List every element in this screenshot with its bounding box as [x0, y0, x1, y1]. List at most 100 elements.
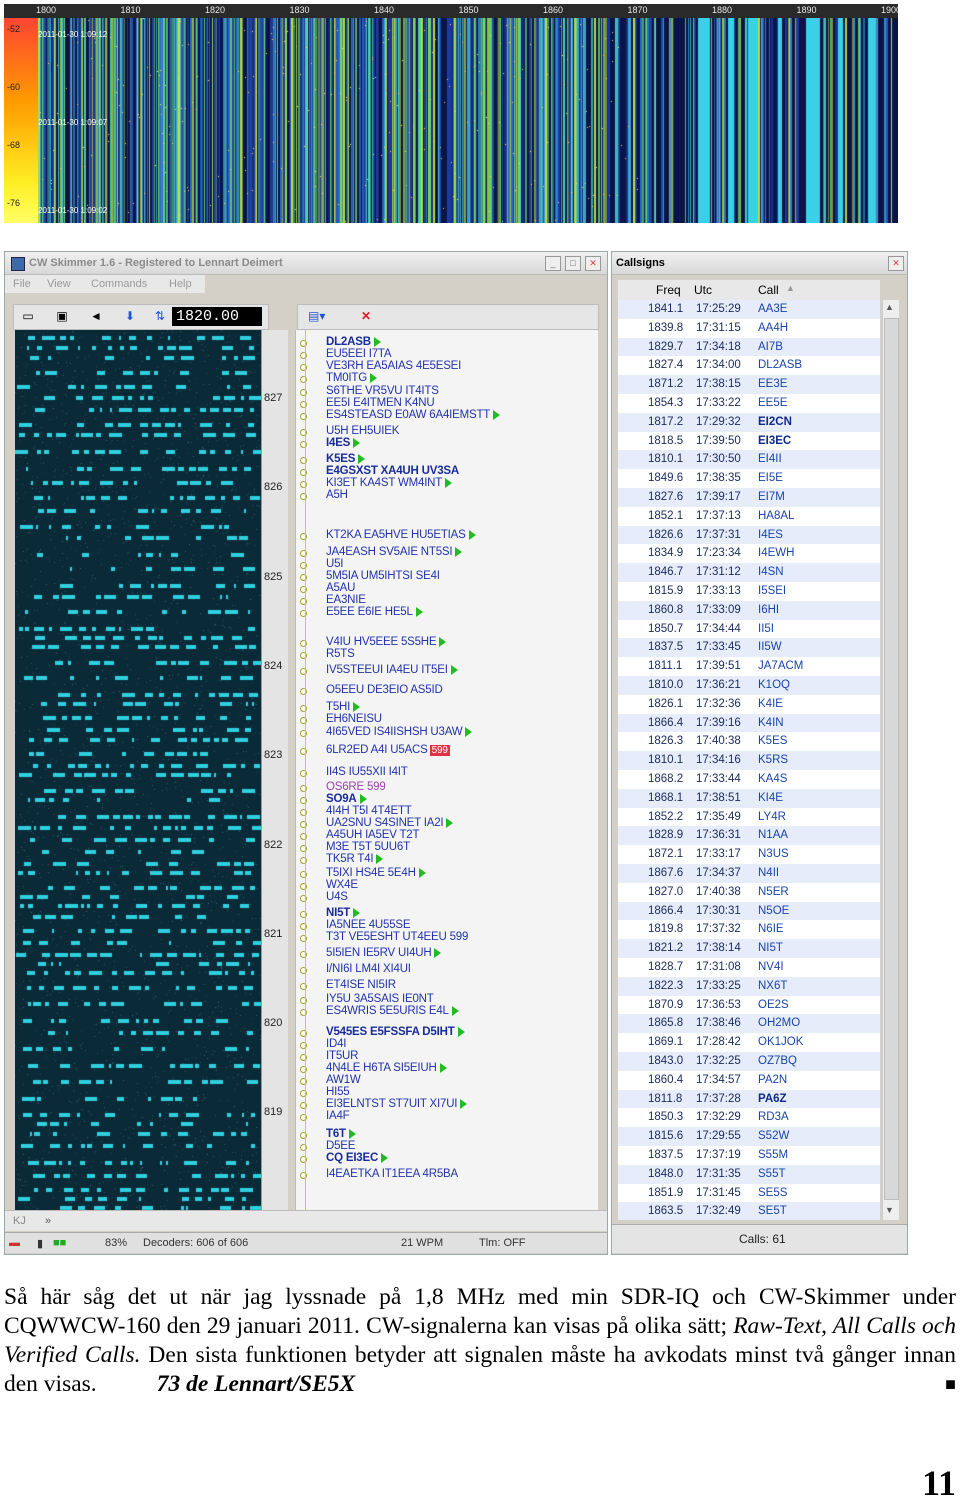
decode-line[interactable]: IY5U 3A5SAIS IE0NT — [326, 993, 434, 1005]
callsign-row[interactable]: 1815.6 17:29:55 S52W — [618, 1127, 880, 1146]
play-arrow-icon[interactable] — [358, 453, 366, 464]
decode-line[interactable]: ET4ISE NI5IR — [326, 979, 396, 991]
play-arrow-icon[interactable] — [353, 701, 361, 712]
callsign-row[interactable]: 1867.6 17:34:37 N4II — [618, 864, 880, 883]
callsign-row[interactable]: 1810.0 17:36:21 K1OQ — [618, 676, 880, 695]
play-arrow-icon[interactable] — [359, 793, 367, 804]
monitor-icon[interactable]: ▭ — [20, 309, 36, 323]
decode-line[interactable]: V4IU HV5EEE 5S5HE — [326, 636, 447, 648]
decode-line[interactable]: IT5UR — [326, 1050, 358, 1062]
decode-line[interactable]: JA4EASH SV5AIE NT5SI — [326, 546, 463, 558]
play-arrow-icon[interactable] — [348, 1128, 356, 1139]
callsign-row[interactable]: 1828.7 17:31:08 NV4I — [618, 958, 880, 977]
play-arrow-icon[interactable] — [415, 606, 423, 617]
callsign-row[interactable]: 1810.1 17:30:50 EI4II — [618, 450, 880, 470]
play-arrow-icon[interactable] — [457, 1026, 465, 1037]
callsign-row[interactable]: 1822.3 17:33:25 NX6T — [618, 976, 880, 996]
decode-line[interactable]: IA4F — [326, 1110, 350, 1122]
callsign-row[interactable]: 1868.2 17:33:44 KA4S — [618, 770, 880, 789]
decode-line[interactable]: KI3ET KA4ST WM4INT — [326, 477, 453, 489]
decode-line[interactable]: OS6RE 599 — [326, 781, 386, 793]
callsign-row[interactable]: 1872.1 17:33:17 N3US — [618, 845, 880, 864]
callsign-row[interactable]: 1827.4 17:34:00 DL2ASB — [618, 356, 880, 375]
decode-line[interactable]: 4N4LE H6TA SI5EIUH — [326, 1062, 447, 1074]
decode-line[interactable]: E5EE E6IE HE5L — [326, 606, 423, 618]
menu-help[interactable]: Help — [169, 278, 192, 290]
sync-icon[interactable]: ⇅ — [152, 309, 168, 323]
decode-line[interactable]: 5I5IEN IE5RV UI4UH — [326, 947, 442, 959]
callsign-row[interactable]: 1863.5 17:32:49 SE5T — [618, 1202, 880, 1220]
decode-line[interactable]: CQ EI3EC — [326, 1152, 389, 1164]
decode-line[interactable]: EA3NIE — [326, 594, 366, 606]
clear-icon[interactable]: ✕ — [358, 309, 374, 323]
callsign-row[interactable]: 1841.1 17:25:29 AA3E — [618, 300, 880, 319]
decode-line[interactable]: I4EAETKA IT1EEA 4R5BA — [326, 1168, 458, 1180]
decode-line[interactable]: WX4E — [326, 879, 358, 891]
col-call[interactable]: Call — [758, 283, 779, 297]
decode-line[interactable]: D5EE — [326, 1140, 355, 1152]
callsign-row[interactable]: 1817.2 17:29:32 EI2CN — [618, 412, 880, 432]
radio-icon[interactable]: ▣ — [54, 309, 70, 323]
scroll-up-icon[interactable]: ▲ — [885, 302, 894, 312]
callsign-row[interactable]: 1852.2 17:35:49 LY4R — [618, 808, 880, 827]
decode-line[interactable]: T3T VE5ESHT UT4EEU 599 — [326, 931, 468, 943]
decode-line[interactable]: SO9A — [326, 793, 367, 805]
callsign-row[interactable]: 1866.4 17:39:16 K4IN — [618, 713, 880, 733]
play-arrow-icon[interactable] — [369, 372, 377, 383]
callsign-row[interactable]: 1849.6 17:38:35 EI5E — [618, 469, 880, 488]
list-dropdown-icon[interactable]: ▤▾ — [308, 309, 325, 323]
callsign-row[interactable]: 1851.9 17:31:45 SE5S — [618, 1184, 880, 1203]
decode-line[interactable]: UA2SNU S4SINET IA2I — [326, 817, 454, 829]
decode-line[interactable]: VE3RH EA5AIAS 4E5ESEI — [326, 360, 461, 372]
decode-line[interactable]: HI55 — [326, 1086, 350, 1098]
callsign-row[interactable]: 1843.0 17:32:25 OZ7BQ — [618, 1052, 880, 1071]
callsign-row[interactable]: 1834.9 17:23:34 I4EWH — [618, 544, 880, 563]
decode-line[interactable]: T5HI — [326, 701, 361, 713]
callsign-row[interactable]: 1850.3 17:32:29 RD3A — [618, 1108, 880, 1127]
menu-file[interactable]: File — [13, 278, 31, 290]
callsign-row[interactable]: 1826.6 17:37:31 I4ES — [618, 525, 880, 545]
menu-view[interactable]: View — [47, 278, 71, 290]
callsign-row[interactable]: 1839.8 17:31:15 AA4H — [618, 319, 880, 338]
callsign-row[interactable]: 1815.9 17:33:13 I5SEI — [618, 582, 880, 601]
callsign-row[interactable]: 1870.9 17:36:53 OE2S — [618, 996, 880, 1015]
decode-line[interactable]: 4I4H T5I 4T4ETT — [326, 805, 412, 817]
play-arrow-icon[interactable] — [455, 546, 463, 557]
play-arrow-icon[interactable] — [418, 867, 426, 878]
callsign-row[interactable]: 1848.0 17:31:35 S55T — [618, 1164, 880, 1184]
decode-line[interactable]: AW1W — [326, 1074, 361, 1086]
callsign-row[interactable]: 1818.5 17:39:50 EI3EC — [618, 432, 880, 451]
decode-line[interactable]: NI5T — [326, 907, 361, 919]
play-arrow-icon[interactable] — [468, 529, 476, 540]
decode-line[interactable]: EE5I E4ITMEN K4NU — [326, 397, 435, 409]
frequency-display[interactable]: 1820.00 — [172, 307, 262, 326]
decode-line[interactable]: ES4WRIS 5E5URIS E4L — [326, 1005, 459, 1017]
play-arrow-icon[interactable] — [439, 636, 447, 647]
callsign-row[interactable]: 1846.7 17:31:12 I4SN — [618, 563, 880, 582]
callsign-row[interactable]: 1821.2 17:38:14 NI5T — [618, 939, 880, 958]
decode-line[interactable]: U5I — [326, 558, 344, 570]
expand-icon[interactable]: » — [45, 1215, 51, 1227]
decode-line[interactable]: ID4I — [326, 1038, 346, 1050]
decode-line[interactable]: K5ES — [326, 453, 366, 465]
decode-line[interactable]: II4S IU55XII I4IT — [326, 766, 408, 778]
close-icon[interactable]: ✕ — [585, 256, 601, 271]
decode-line[interactable]: I4ES — [326, 437, 361, 449]
callsign-row[interactable]: 1854.3 17:33:22 EE5E — [618, 394, 880, 413]
callsign-row[interactable]: 1860.8 17:33:09 I6HI — [618, 600, 880, 620]
close-icon[interactable]: ✕ — [888, 256, 904, 271]
play-arrow-icon[interactable] — [434, 947, 442, 958]
decode-line[interactable]: EU5EEI I7TA — [326, 348, 392, 360]
play-arrow-icon[interactable] — [460, 1098, 468, 1109]
decode-line[interactable]: IV5STEEUI IA4EU IT5EI — [326, 664, 458, 676]
decode-line[interactable]: V545ES E5FSSFA D5IHT — [326, 1026, 465, 1038]
maximize-icon[interactable]: □ — [565, 256, 581, 271]
decode-line[interactable]: T5IXI HS4E 5E4H — [326, 867, 426, 879]
callsign-row[interactable]: 1837.5 17:37:19 S55M — [618, 1146, 880, 1165]
callsign-row[interactable]: 1810.1 17:34:16 K5RS — [618, 751, 880, 770]
col-freq[interactable]: Freq — [656, 283, 681, 297]
play-arrow-icon[interactable] — [381, 1152, 389, 1163]
decode-line[interactable]: A45UH IA5EV T2T — [326, 829, 420, 841]
callsign-row[interactable]: 1860.4 17:34:57 PA2N — [618, 1071, 880, 1090]
decode-line[interactable]: DL2ASB — [326, 336, 381, 348]
